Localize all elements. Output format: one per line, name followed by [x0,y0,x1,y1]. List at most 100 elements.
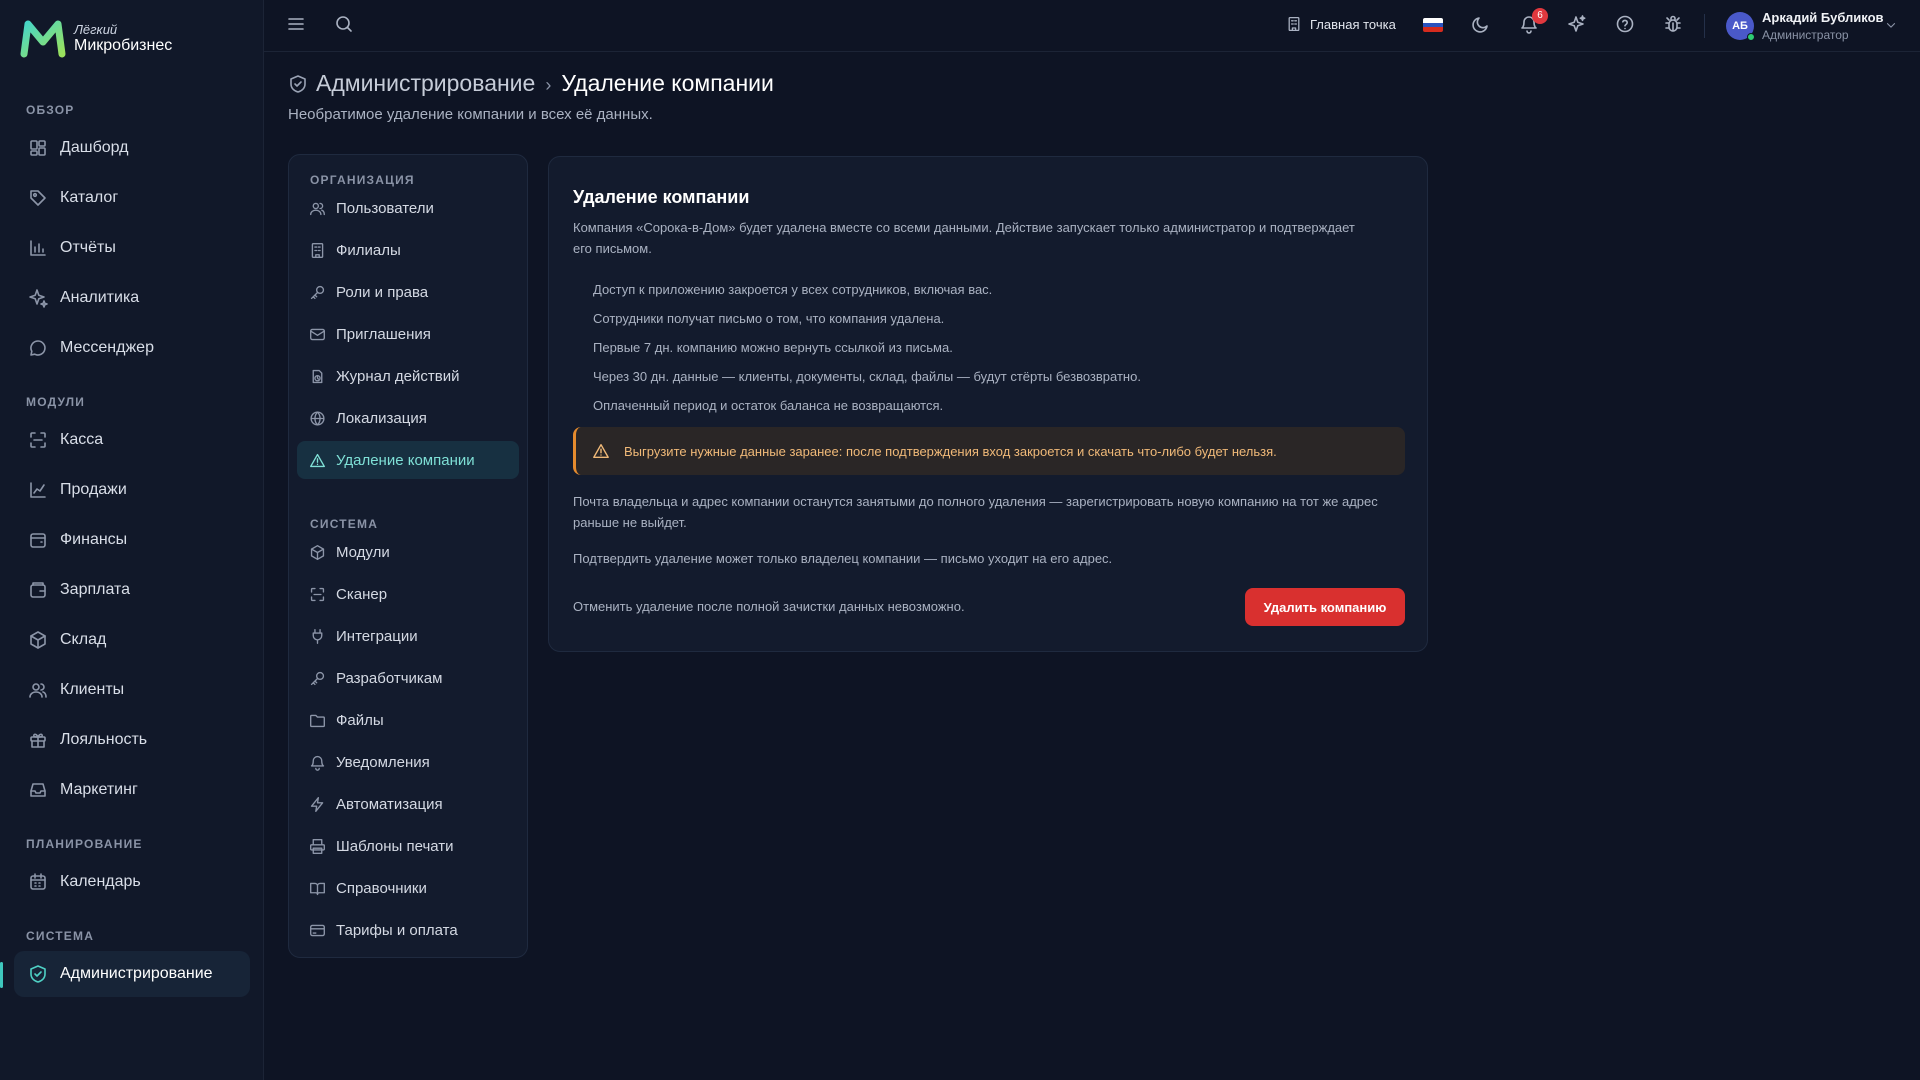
page-subtitle: Необратимое удаление компании и всех её … [288,106,653,123]
sidebar-item-messenger[interactable]: Мессенджер [14,325,250,371]
sparkles-icon [29,289,48,308]
sidebar-item-cashier[interactable]: Касса [14,417,250,463]
sidebar-item-calendar[interactable]: Календарь [14,859,250,905]
subnav-item-label: Тарифы и оплата [336,921,458,939]
active-indicator [0,962,3,988]
page-title: Удаление компании [561,70,774,96]
subnav-item-branches[interactable]: Филиалы [297,231,519,269]
subnav-item-users[interactable]: Пользователи [297,189,519,227]
sidebar-item-analytics[interactable]: Аналитика [14,275,250,321]
dashboard-icon [30,140,46,156]
list-item: Оплаченный период и остаток баланса не в… [593,398,944,413]
sidebar-item-reports[interactable]: Отчёты [14,225,250,271]
subnav-item-automation[interactable]: Автоматизация [297,785,519,823]
user-name[interactable]: Аркадий Бубликов [1762,10,1884,25]
language-flag-button[interactable] [1423,18,1443,32]
subnav-item-directories[interactable]: Справочники [297,869,519,907]
page-shield [288,74,308,94]
subnav-item-label: Пользователи [336,199,434,217]
sidebar-item-label: Зарплата [60,581,131,598]
brand-line-1: Лёгкий [74,21,118,37]
sidebar-item-finance[interactable]: Финансы [14,517,250,563]
subnav-item-print-templates[interactable]: Шаблоны печати [297,827,519,865]
subnav-item-scanner[interactable]: Сканер [297,575,519,613]
search-button[interactable] [334,14,354,34]
book-icon [310,882,325,895]
subnav-item-roles[interactable]: Роли и права [297,273,519,311]
subnav-item-label: Уведомления [336,753,430,771]
subnav-item-delete-company[interactable]: Удаление компании [297,441,519,479]
plug-icon [312,628,323,644]
sidebar-item-marketing[interactable]: Маркетинг [14,767,250,813]
subnav-item-localization[interactable]: Локализация [297,399,519,437]
sidebar-item-label: Дашборд [60,139,129,156]
warning-text: Выгрузите нужные данные заранее: после п… [624,443,1277,459]
sidebar-item-label: Календарь [60,873,141,890]
sidebar-item-loyalty[interactable]: Лояльность [14,717,250,763]
brand-logo[interactable]: Лёгкий Микробизнес [20,18,172,58]
subnav-item-files[interactable]: Файлы [297,701,519,739]
sparkles-icon [1568,15,1586,32]
breadcrumb-parent-link[interactable]: Администрирование [316,70,535,97]
breadcrumb: Администрирование › Удаление компании [316,70,774,97]
subnav-item-integrations[interactable]: Интеграции [297,617,519,655]
brand-line-2: Микробизнес [74,36,173,54]
warning-icon [310,453,325,467]
user-role: Администратор [1762,28,1849,42]
sidebar-item-label: Продажи [60,481,127,498]
theme-toggle-button[interactable] [1471,14,1491,34]
sidebar-item-sales[interactable]: Продажи [14,467,250,513]
bar-chart-icon [30,240,46,256]
nav-section-planning: ПЛАНИРОВАНИЕ [26,837,143,851]
gift-icon [30,733,46,748]
subnav-item-modules[interactable]: Модули [297,533,519,571]
subnav-item-label: Локализация [336,409,427,427]
sidebar-item-label: Маркетинг [60,781,138,798]
sidebar-item-administration[interactable]: Администрирование [14,951,250,997]
sidebar-item-dashboard[interactable]: Дашборд [14,125,250,171]
location-selector[interactable]: Главная точка [1286,16,1396,32]
bug-report-button[interactable] [1663,14,1683,34]
subnav-item-activity-log[interactable]: Журнал действий [297,357,519,395]
sidebar-item-salary[interactable]: Зарплата [14,567,250,613]
box-icon [30,631,46,649]
sidebar-item-catalog[interactable]: Каталог [14,175,250,221]
bug-icon [1665,15,1681,32]
line-chart-icon [30,482,46,498]
subnav-item-developers[interactable]: Разработчикам [297,659,519,697]
email-reserved-note: Почта владельца и адрес компании останут… [573,494,1378,530]
notifications-count-badge: 6 [1532,8,1548,24]
user-menu-toggle[interactable] [1884,18,1898,32]
subnav-item-label: Модули [336,543,390,561]
delete-company-button[interactable]: Удалить компанию [1245,588,1405,626]
chat-icon [30,340,46,356]
box-icon [310,544,325,560]
wallet-icon [30,582,46,598]
subnav-item-label: Приглашения [336,325,431,343]
subnav-item-label: Роли и права [336,283,429,301]
scan-icon [310,587,325,601]
subnav-item-invitations[interactable]: Приглашения [297,315,519,353]
sidebar-item-label: Клиенты [60,681,125,698]
subnav-item-label: Сканер [336,585,388,603]
help-circle-icon [1616,15,1634,33]
sidebar-item-label: Финансы [60,531,128,548]
sidebar-item-warehouse[interactable]: Склад [14,617,250,663]
zap-icon [310,796,324,812]
ai-assistant-button[interactable] [1567,14,1587,34]
card-title: Удаление компании [573,187,750,207]
subnav-item-notifications[interactable]: Уведомления [297,743,519,781]
shield-icon [290,75,306,93]
sidebar-item-label: Отчёты [60,239,116,256]
help-button[interactable] [1615,14,1635,34]
subnav-item-billing[interactable]: Тарифы и оплата [297,911,519,949]
breadcrumb-separator: › [545,75,552,95]
list-item: Первые 7 дн. компанию можно вернуть ссыл… [593,340,953,355]
subnav-item-label: Шаблоны печати [336,837,454,855]
delete-company-card: Удаление компании Компания «Сорока-в-Дом… [548,156,1428,652]
users-icon [310,202,325,215]
inbox-icon [30,783,46,797]
sidebar-item-clients[interactable]: Клиенты [14,667,250,713]
menu-toggle-button[interactable] [286,14,306,34]
globe-icon [310,410,325,426]
